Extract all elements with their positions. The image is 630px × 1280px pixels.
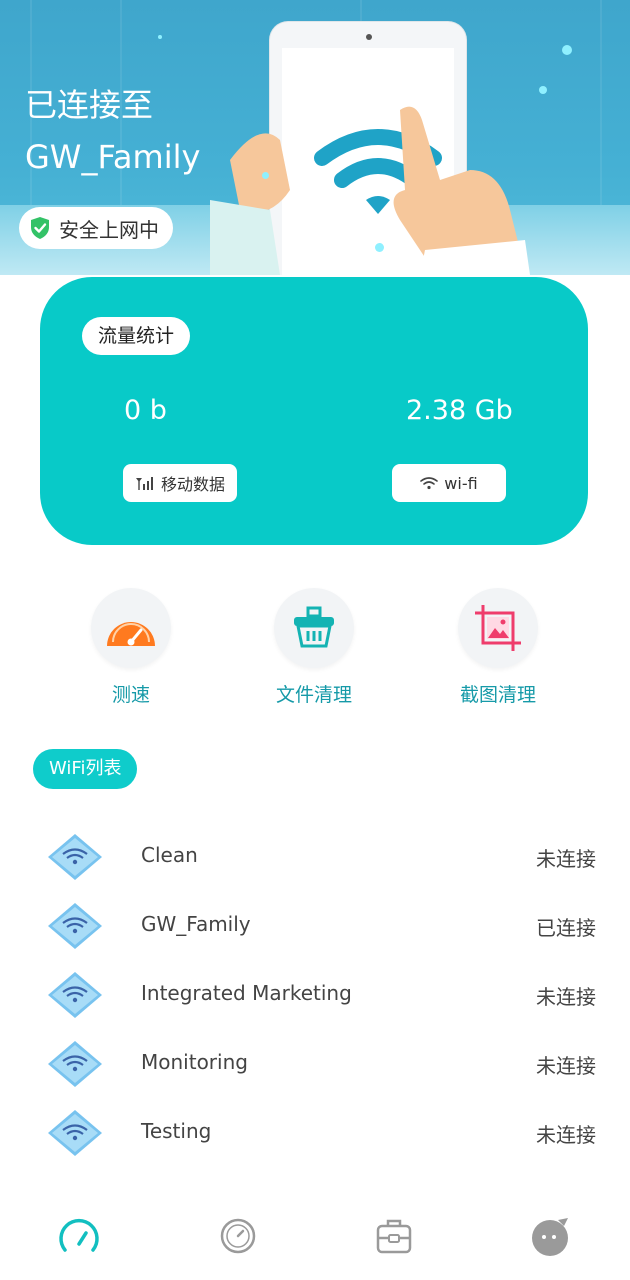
file-clean-label: 文件清理 [275,684,352,706]
screenshot-crop-icon [475,605,521,651]
wifi-data-value: 2.38 Gb [406,395,513,426]
wifi-list-item[interactable]: Clean 未连接 [0,827,630,887]
wifi-network-icon [48,1110,102,1156]
traffic-stats-tag: 流量统计 [82,317,191,355]
wifi-icon [420,477,439,490]
screenshot-clean-button[interactable]: 截图清理 [438,588,558,707]
wifi-network-icon [48,1041,102,1087]
speed-test-button[interactable]: 测速 [71,588,191,707]
wifi-list-item[interactable]: Integrated Marketing 未连接 [0,965,630,1025]
wifi-status: 未连接 [536,1123,596,1147]
wifi-network-icon [48,903,102,949]
bottom-navigation [0,1200,630,1280]
basket-clean-icon [294,606,334,648]
timer-nav-icon[interactable] [216,1214,260,1258]
sparkle-dot [539,86,547,94]
wifi-list-tag: WiFi列表 [33,749,138,789]
connected-to-label: 已连接至 [25,86,154,124]
wifi-status: 未连接 [536,1054,596,1078]
connected-network-name: GW_Family [25,138,201,176]
sparkle-dot [262,172,269,179]
mobile-data-label: 移动数据 [160,475,225,494]
safety-badge-label: 安全上网中 [59,217,159,242]
signal-bars-icon [135,477,153,490]
speed-test-circle [91,588,171,668]
camera-dot [366,34,372,40]
file-clean-button[interactable]: 文件清理 [254,588,374,707]
wifi-network-icon [48,972,102,1018]
toolbox-nav-icon[interactable] [372,1214,416,1258]
wifi-chip[interactable]: wi-fi [392,464,506,502]
sparkle-dot [375,243,384,252]
wifi-status: 已连接 [536,916,596,940]
header-banner: 已连接至 GW_Family 安全上网中 [0,0,630,275]
safety-badge: 安全上网中 [19,207,173,249]
wifi-name: GW_Family [141,912,251,936]
shield-check-icon [31,217,49,239]
wifi-list-item[interactable]: Testing 未连接 [0,1103,630,1163]
wifi-name: Integrated Marketing [141,981,352,1005]
speedometer-icon [107,622,155,646]
wifi-list-item[interactable]: Monitoring 未连接 [0,1034,630,1094]
mobile-data-value: 0 b [124,395,167,426]
wifi-list-item[interactable]: GW_Family 已连接 [0,896,630,956]
traffic-stats-card: 流量统计 0 b 2.38 Gb 移动数据 wi-fi [40,277,588,545]
mobile-data-chip[interactable]: 移动数据 [123,464,237,502]
profile-nav-icon[interactable] [528,1214,572,1258]
wifi-name: Clean [141,843,198,867]
wifi-network-icon [48,834,102,880]
file-clean-circle [274,588,354,668]
sparkle-dot [158,35,162,39]
screenshot-clean-label: 截图清理 [459,684,536,706]
wifi-status: 未连接 [536,847,596,871]
wifi-name: Monitoring [141,1050,248,1074]
screenshot-clean-circle [458,588,538,668]
sparkle-dot [562,45,572,55]
wifi-status: 未连接 [536,985,596,1009]
speed-test-label: 测速 [111,684,150,706]
wifi-name: Testing [141,1119,212,1143]
wifi-label: wi-fi [444,473,478,493]
speed-nav-icon[interactable] [57,1214,101,1258]
